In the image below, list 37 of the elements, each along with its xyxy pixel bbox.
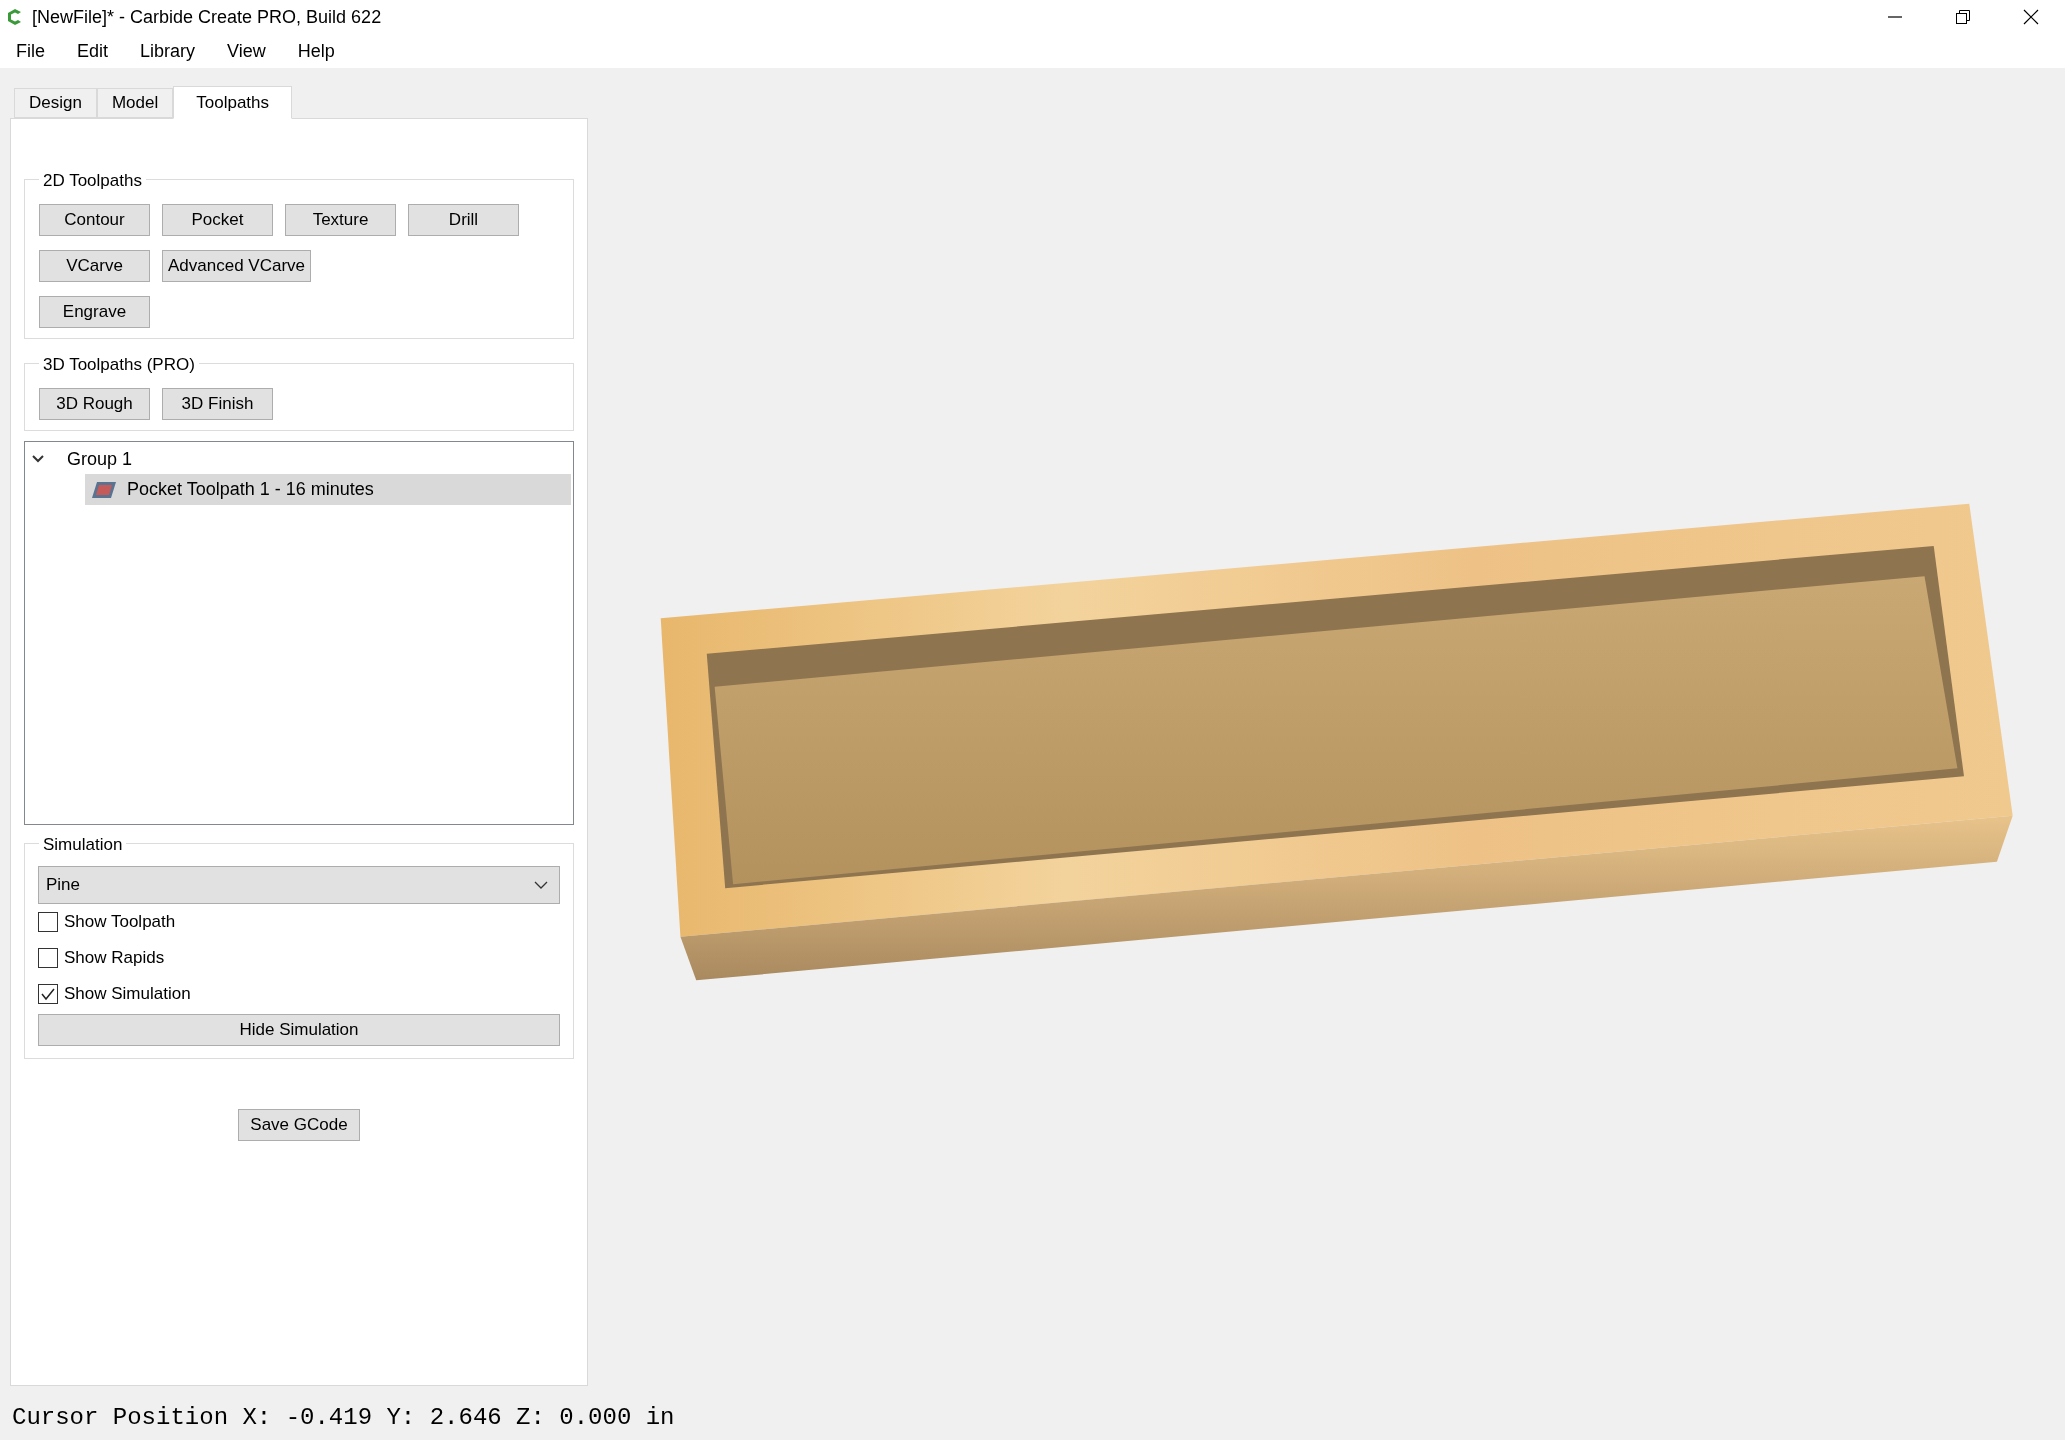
tab[interactable]: Model	[96, 88, 174, 118]
restore-icon	[1955, 9, 1971, 25]
save-gcode-button[interactable]: Save GCode	[238, 1109, 360, 1141]
material-dropdown[interactable]: Pine	[38, 866, 560, 904]
toolpath-button[interactable]: VCarve	[39, 250, 150, 282]
toolpath-button[interactable]: Texture	[285, 204, 396, 236]
checkmark-icon	[40, 986, 56, 1002]
toolpath-button[interactable]: Pocket	[162, 204, 273, 236]
hide-simulation-button[interactable]: Hide Simulation	[38, 1014, 560, 1046]
tree-item-label: Pocket Toolpath 1 - 16 minutes	[127, 478, 374, 501]
toolpath-button[interactable]: Engrave	[39, 296, 150, 328]
toolpath-button[interactable]: 3D Rough	[39, 388, 150, 420]
menu-item[interactable]: View	[217, 37, 276, 65]
toolpath-button[interactable]: Drill	[408, 204, 519, 236]
tree-group-label[interactable]: Group 1	[67, 445, 133, 473]
toolpath-button[interactable]: Contour	[39, 204, 150, 236]
checkbox-label: Show Rapids	[64, 947, 165, 970]
checkbox[interactable]	[38, 912, 58, 932]
toolpath-button[interactable]: 3D Finish	[162, 388, 273, 420]
checkbox[interactable]	[38, 984, 58, 1004]
chevron-down-icon	[534, 880, 548, 890]
cursor-position-text: Cursor Position X: -0.419 Y: 2.646 Z: 0.000 in	[11, 1402, 676, 1433]
menu-item[interactable]: File	[6, 37, 55, 65]
menu-item[interactable]: Edit	[67, 37, 119, 65]
menu-item[interactable]: Help	[287, 37, 345, 65]
minimize-icon	[1887, 16, 1903, 18]
checkbox[interactable]	[38, 948, 58, 968]
checkbox-label: Show Simulation	[64, 983, 191, 1006]
checkbox-label: Show Toolpath	[64, 911, 176, 934]
window-title: [NewFile]* - Carbide Create PRO, Build 622	[32, 5, 382, 29]
tree-item[interactable]: Pocket Toolpath 1 - 16 minutes	[85, 474, 571, 505]
close-icon	[2023, 9, 2039, 25]
tab[interactable]: Toolpaths	[173, 86, 292, 119]
menu-item[interactable]: Library	[130, 37, 206, 65]
toolpath-button[interactable]: Advanced VCarve	[162, 250, 312, 282]
tab[interactable]: Design	[14, 88, 97, 118]
toolpath-icon	[91, 479, 117, 500]
